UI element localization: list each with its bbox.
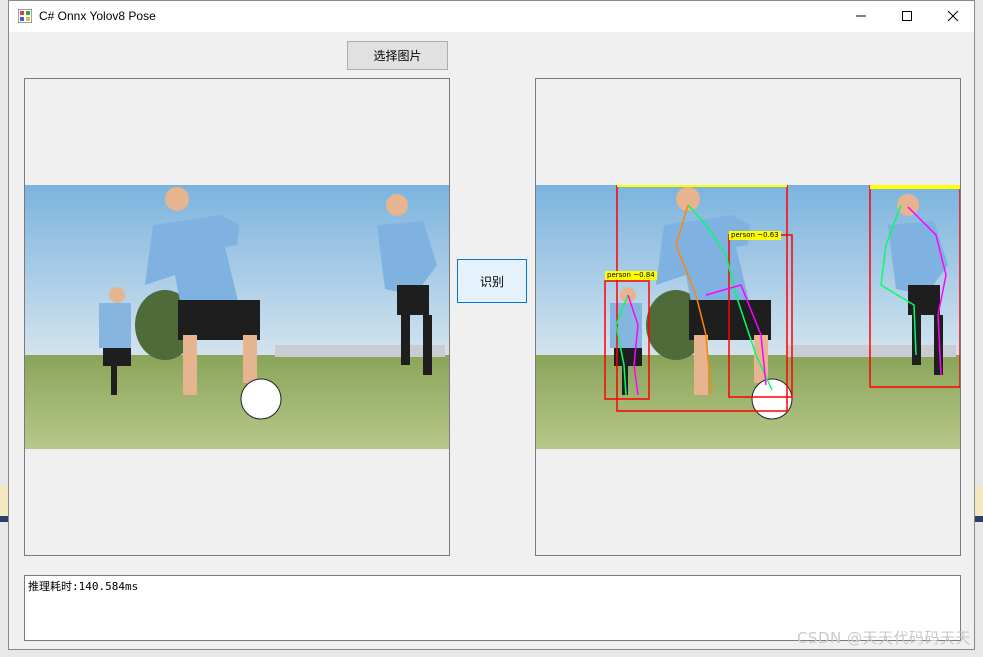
watermark: CSDN @天天代码码天天 [796, 629, 971, 647]
maximize-icon [902, 11, 912, 21]
minimize-icon [856, 15, 866, 17]
select-image-button[interactable]: 选择图片 [347, 41, 448, 70]
title-bar: C# Onnx Yolov8 Pose [9, 1, 974, 32]
inference-time-text: 推理耗时:140.584ms [28, 580, 139, 593]
result-image [536, 185, 960, 449]
close-button[interactable] [930, 1, 976, 31]
window-title: C# Onnx Yolov8 Pose [39, 9, 156, 23]
maximize-button[interactable] [884, 1, 930, 31]
app-icon [18, 9, 32, 23]
result-image-box: person ~0.63 person ~0.84 [535, 78, 961, 556]
close-icon [947, 10, 959, 22]
recognize-button[interactable]: 识别 [457, 259, 527, 303]
source-image [25, 185, 449, 449]
detection-label-2: person ~0.84 [605, 271, 657, 280]
minimize-button[interactable] [838, 1, 884, 31]
app-window: C# Onnx Yolov8 Pose 选择图片 识别 person ~0.63… [8, 0, 975, 650]
detection-label-1: person ~0.63 [729, 231, 781, 240]
source-image-box [24, 78, 450, 556]
